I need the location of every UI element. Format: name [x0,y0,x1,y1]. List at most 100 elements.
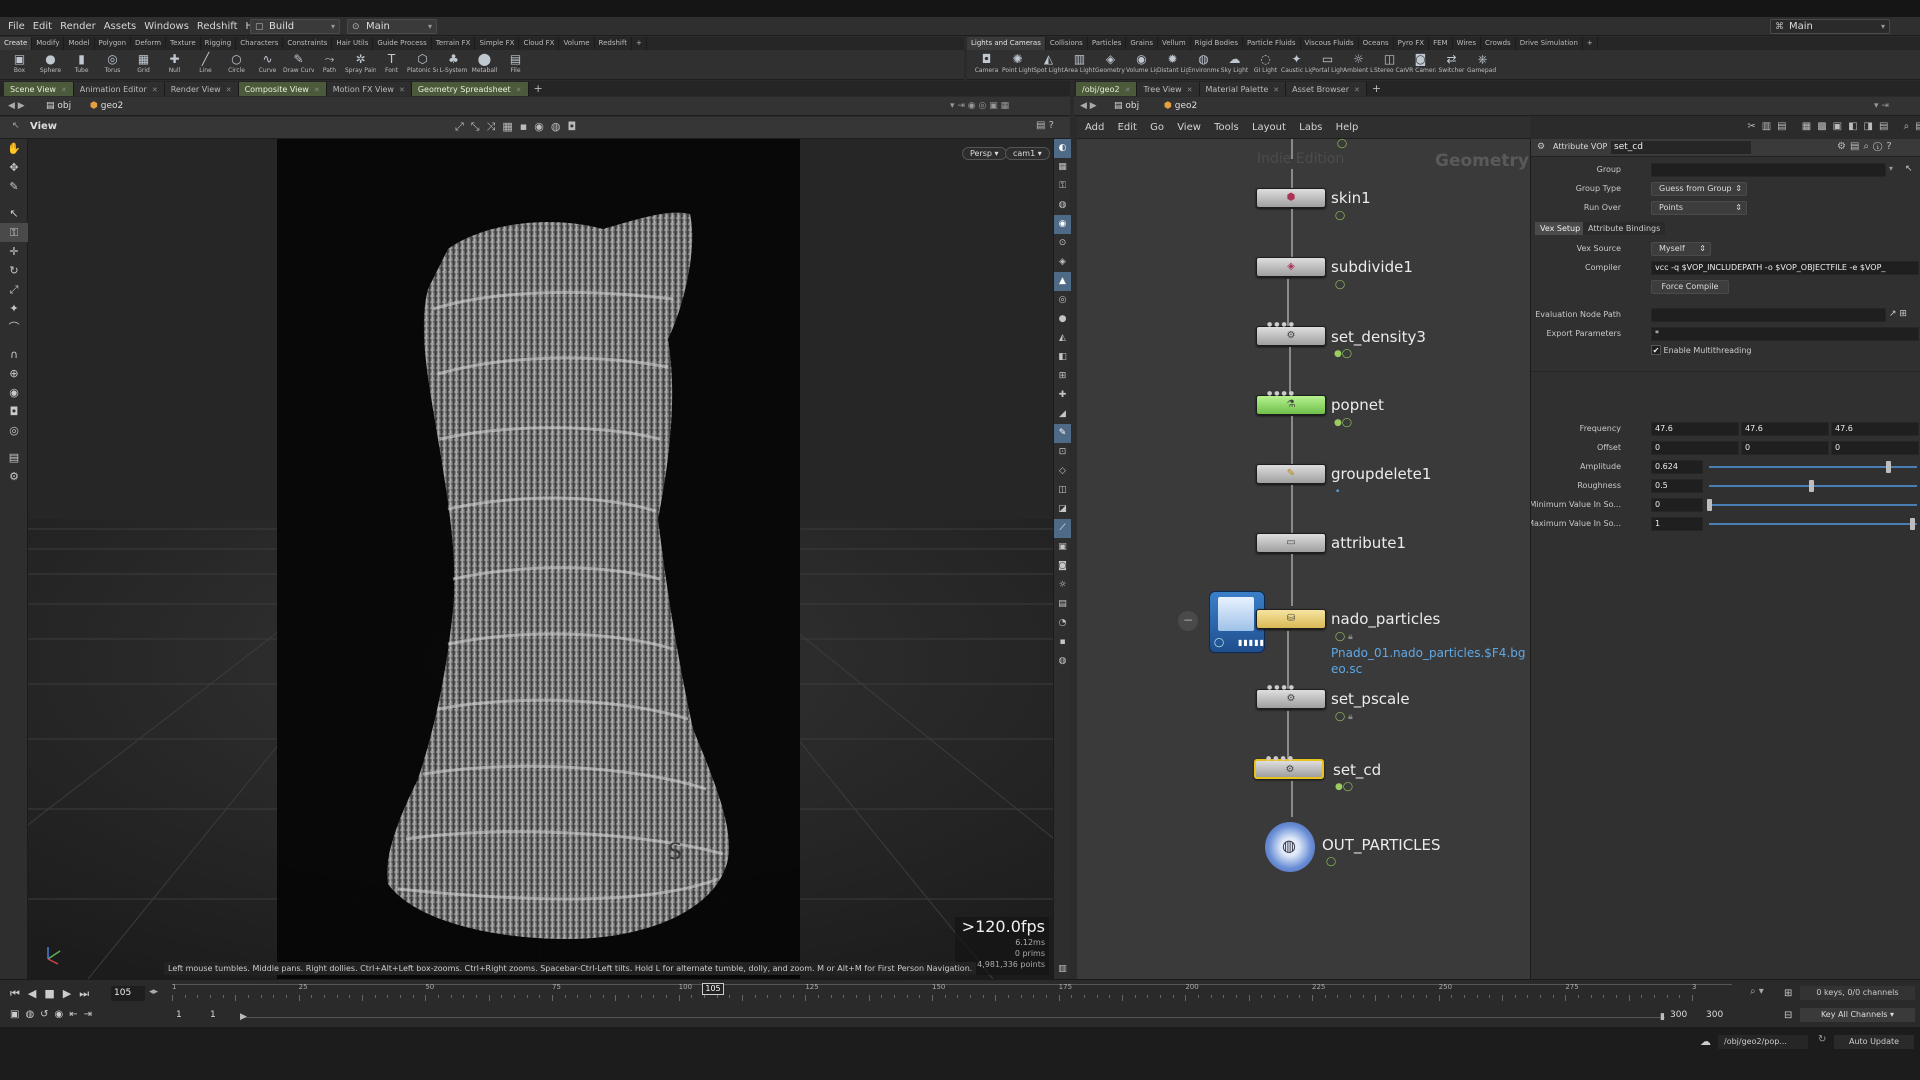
menu-render[interactable]: Render [56,17,100,36]
context-selector[interactable]: ⊙ Main ▾ [347,19,437,34]
pose-icon[interactable]: ✥ [0,158,28,177]
tool-spray-paint[interactable]: ✲ Spray Paint [345,50,376,79]
tool-draw-curve[interactable]: ✎Draw Curve [283,50,314,79]
slider-knob[interactable] [1910,518,1915,530]
shelf-tab-constraints[interactable]: Constraints [283,37,333,50]
move-icon[interactable]: ✛ [0,242,28,261]
shelf-tab-rigging[interactable]: Rigging [201,37,237,50]
menu-assets[interactable]: Assets [100,17,141,36]
display-option-icon[interactable]: ◧ [1054,348,1071,367]
group-field[interactable] [1651,163,1886,177]
shelf-tab-rigid-bodies[interactable]: Rigid Bodies [1191,37,1243,50]
playback-controls[interactable]: ⏮◀■▶⏭ [10,987,97,1001]
update-mode-icon[interactable]: ↻ [1818,1034,1826,1045]
timeline-track[interactable]: 1 25 50 75 100 125 150 175 200 225 250 275 3 [172,983,1732,1006]
tool-geometry-light[interactable]: ◈Geometry Light [1095,50,1126,79]
display-option-icon[interactable]: ◍ [1054,652,1071,671]
tool-box[interactable]: ▣ Box [4,50,35,79]
group-type-menu[interactable]: Guess from Group ⇕ [1651,182,1747,196]
display-option-icon[interactable]: ⊙ [1054,234,1071,253]
offset-z[interactable]: 0 [1831,441,1919,455]
tool-area-light[interactable]: ▥ Area Light [1064,50,1095,79]
close-icon[interactable]: ✕ [152,86,158,94]
display-option-icon[interactable]: ◐ [1054,139,1071,158]
close-icon[interactable]: ✕ [314,86,320,94]
network-menu-edit[interactable]: Edit [1113,117,1142,139]
close-icon[interactable]: ✕ [516,86,522,94]
offset-y[interactable]: 0 [1741,441,1829,455]
display-option-icon[interactable]: ◙ [1054,557,1071,576]
tool-line[interactable]: ╱ Line [190,50,221,79]
viewport-header-tools[interactable]: ⤢⤡⤨▦▪◉◍◘ [455,120,583,134]
shelf-tab-crowds[interactable]: Crowds [1481,37,1516,50]
tool-grid[interactable]: ▦ Grid [128,50,159,79]
tool-curve[interactable]: ∿ Curve [252,50,283,79]
display-option-icon[interactable]: ⊞ [1054,367,1071,386]
slider-knob[interactable] [1707,499,1712,511]
network-toolbar-icons[interactable]: ✂▥▤ ▦▩▣◧◨▤ ⌕▤? [1747,121,1920,132]
amplitude-field[interactable]: 0.624 [1651,460,1703,474]
tool-sky-light[interactable]: ☁ Sky Light [1219,50,1250,79]
tool-path[interactable]: ⤳ Path [314,50,345,79]
tab-attribute-bindings[interactable]: Attribute Bindings [1583,222,1666,235]
cloud-icon[interactable]: ☁ [1700,1035,1711,1048]
tool-spot-light[interactable]: ◭ Spot Light [1033,50,1064,79]
path-pin-icon[interactable]: ▾ ⇥ [1874,99,1889,114]
shelf-tab-lights-and-cameras[interactable]: Lights and Cameras [967,37,1046,50]
tool-volume-light[interactable]: ◉Volume Light [1126,50,1157,79]
shelf-tab-oceans[interactable]: Oceans [1359,37,1394,50]
select-icon[interactable]: ↖ [0,204,28,223]
shelf-tab-viscous-fluids[interactable]: Viscous Fluids [1301,37,1359,50]
right-desktop-selector[interactable]: ⌘ Main ▾ [1770,19,1890,34]
node-groupdelete1[interactable]: ✎ [1256,464,1326,484]
handle-icon[interactable]: ✋ [0,139,28,158]
tool-stereo-camera[interactable]: ◫Stereo Camera [1374,50,1405,79]
display-option-icon[interactable]: ▪ [1054,633,1071,652]
shelf-tab-simple-fx[interactable]: Simple FX [475,37,520,50]
pane-tab-scene-view[interactable]: Scene View ✕ [4,82,74,96]
frequency-y[interactable]: 47.6 [1741,422,1829,436]
node-set-cd[interactable]: ●●●● ⚙ [1254,755,1324,779]
node-attribute1[interactable]: ▭ [1256,533,1326,553]
display-option-icon[interactable]: ◢ [1054,405,1071,424]
shelf-tab-hair-utils[interactable]: Hair Utils [332,37,374,50]
tool-metaball[interactable]: ⬤ Metaball [469,50,500,79]
sound-icon[interactable]: ⌕ ▾ [1750,986,1764,997]
display-option-icon[interactable]: ✎ [1054,424,1071,443]
tool-circle[interactable]: ○ Circle [221,50,252,79]
scale-icon[interactable]: ⤢ [0,280,28,299]
shelf-tab-texture[interactable]: Texture [166,37,201,50]
render-icon[interactable]: ◎ [0,421,28,440]
tool-portal-light[interactable]: ▭ Portal Light [1312,50,1343,79]
shelf-tab-fem[interactable]: FEM [1429,37,1453,50]
export-field[interactable]: * [1651,327,1919,341]
shelf-tab-vellum[interactable]: Vellum [1158,37,1191,50]
lock-icon[interactable]: ⚿ [0,223,28,242]
network-menu-go[interactable]: Go [1145,117,1169,139]
run-over-menu[interactable]: Points ⇕ [1651,201,1747,215]
close-icon[interactable]: ✕ [1187,86,1193,94]
tool-font[interactable]: T Font [376,50,407,79]
display-option-icon[interactable]: ▲ [1054,272,1071,291]
pane-tab-motion-fx-view[interactable]: Motion FX View ✕ [326,82,412,96]
close-icon[interactable]: ✕ [61,86,67,94]
shelf-tab-cloud-fx[interactable]: Cloud FX [519,37,560,50]
display-option-icon[interactable]: ⚿ [1054,177,1071,196]
shelf-tab-redshift[interactable]: Redshift [595,37,632,50]
display-option-icon[interactable]: ⊡ [1054,443,1071,462]
pane-tab-material-palette[interactable]: Material Palette ✕ [1199,82,1287,96]
tool-l-system[interactable]: ♣ L-System [438,50,469,79]
shelf-tab-volume[interactable]: Volume [559,37,595,50]
current-frame-field[interactable]: 105 [111,986,145,1001]
menu-file[interactable]: File [4,17,29,36]
back-arrow-icon[interactable]: ◀ ▶ [1080,99,1097,114]
path-tools-icons[interactable]: ▾ ⇥ ◉ ◎ ▣ ▦ [950,99,1009,114]
range-handle-icon[interactable]: ▮ [1660,1012,1665,1022]
minval-field[interactable]: 0 [1651,498,1703,512]
range-start-field[interactable]: 1 [176,1010,182,1020]
gear-icon[interactable]: ⚙ [0,467,28,486]
node-nado-particles[interactable]: ⛁ [1256,609,1326,629]
shelf-tab-modify[interactable]: Modify [32,37,65,50]
close-icon[interactable]: ✕ [226,86,232,94]
playhead-marker[interactable]: 105 [702,983,724,995]
